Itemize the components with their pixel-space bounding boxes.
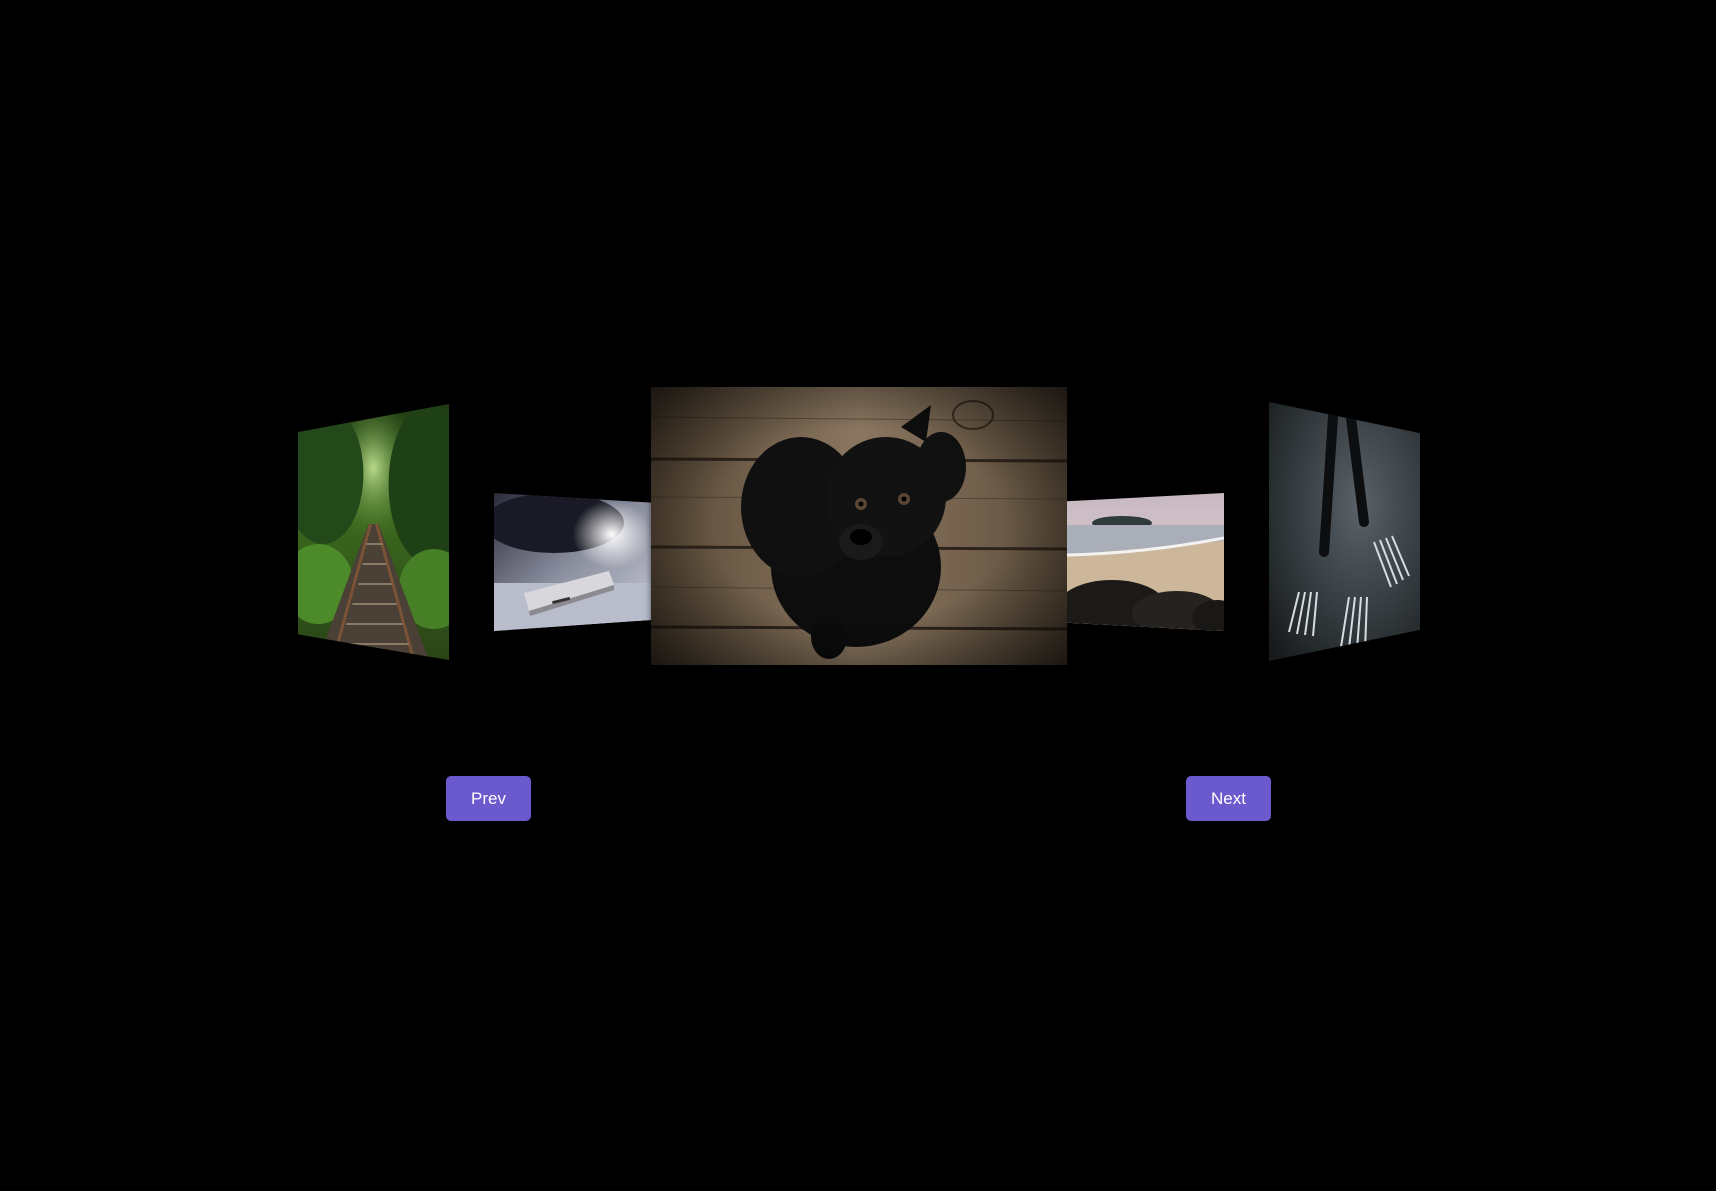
beach-image bbox=[1067, 493, 1224, 631]
slide-forks-image[interactable] bbox=[1269, 402, 1420, 661]
forks-image bbox=[1269, 402, 1420, 661]
railway-image bbox=[298, 404, 449, 660]
prev-button[interactable]: Prev bbox=[446, 776, 531, 821]
phone-image bbox=[494, 493, 651, 631]
dog-image bbox=[651, 387, 1067, 665]
slide-phone-image[interactable] bbox=[494, 493, 651, 631]
slide-railway-image[interactable] bbox=[298, 404, 449, 660]
carousel-stage: Prev Next bbox=[0, 0, 1716, 1191]
next-button[interactable]: Next bbox=[1186, 776, 1271, 821]
slide-dog-image-active[interactable] bbox=[651, 387, 1067, 665]
slide-beach-image[interactable] bbox=[1067, 493, 1224, 631]
